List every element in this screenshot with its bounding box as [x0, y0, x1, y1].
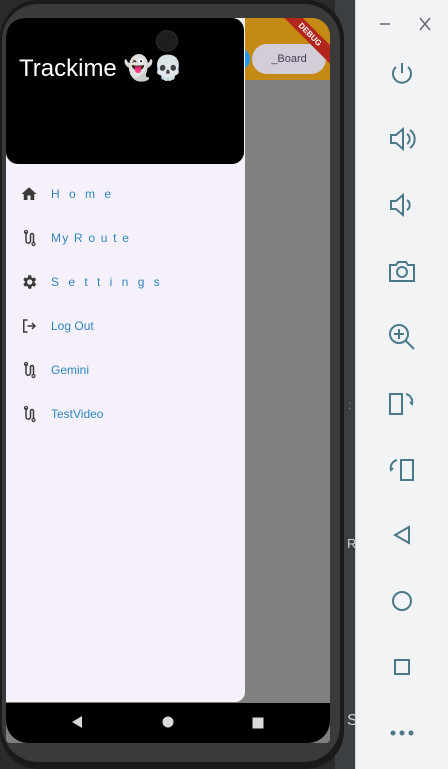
- zoom-in-icon: [389, 324, 415, 350]
- drawer-item-settings[interactable]: S e t t i n g s: [6, 260, 245, 304]
- drawer-item-label: Log Out: [51, 319, 94, 333]
- minimize-button[interactable]: [378, 14, 392, 34]
- screenshot-button[interactable]: [384, 253, 420, 289]
- drawer-item-my-route[interactable]: My R o u t e: [6, 216, 245, 260]
- window-controls: [356, 14, 448, 34]
- volume-up-icon: [390, 126, 416, 152]
- logout-icon: [23, 319, 37, 333]
- back-button[interactable]: [384, 517, 420, 553]
- rotate-left-button[interactable]: [384, 385, 420, 421]
- overview-icon: [394, 659, 410, 675]
- volume-down-icon: [390, 192, 411, 218]
- overview-button[interactable]: [384, 649, 420, 685]
- drawer-item-home[interactable]: H o m e: [6, 172, 245, 216]
- gear-icon: [23, 275, 37, 289]
- route-icon: [23, 405, 36, 423]
- phone-screen: _Board DEBUG Trackime 👻💀 H o m e My R o …: [6, 18, 330, 743]
- volume-down-button[interactable]: [384, 187, 420, 223]
- nav-recents-icon[interactable]: [252, 717, 264, 729]
- rotate-right-button[interactable]: [384, 451, 420, 487]
- rotate-right-icon: [389, 459, 414, 481]
- drawer-item-log-out[interactable]: Log Out: [6, 304, 245, 348]
- nav-back-icon[interactable]: [70, 715, 84, 729]
- drawer-item-testvideo[interactable]: TestVideo: [6, 392, 245, 436]
- nav-home-icon[interactable]: [162, 716, 174, 728]
- power-icon: [392, 63, 412, 84]
- home-button[interactable]: [384, 583, 420, 619]
- drawer-item-label: TestVideo: [51, 407, 104, 421]
- more-button[interactable]: [384, 715, 420, 751]
- drawer-item-label: Gemini: [51, 363, 90, 377]
- route-icon: [23, 229, 36, 247]
- back-icon: [392, 525, 410, 545]
- drawer-item-label: H o m e: [51, 187, 115, 201]
- drawer-title: Trackime 👻💀: [19, 55, 184, 82]
- close-icon: [419, 17, 431, 31]
- home-icon: [21, 187, 37, 200]
- emulator-controls: [355, 0, 448, 769]
- route-icon: [23, 361, 36, 379]
- android-nav-bar: [6, 703, 330, 743]
- rotate-left-icon: [389, 393, 414, 415]
- drawer-item-label: My R o u t e: [51, 231, 131, 245]
- close-button[interactable]: [418, 14, 432, 34]
- camera-icon: [389, 261, 415, 282]
- drawer-header: Trackime 👻💀: [6, 18, 244, 164]
- navigation-drawer: Trackime 👻💀 H o m e My R o u t e S e t t…: [6, 18, 245, 702]
- power-button[interactable]: [384, 56, 420, 92]
- home-icon: [392, 591, 412, 611]
- phone-frame: _Board DEBUG Trackime 👻💀 H o m e My R o …: [0, 0, 344, 769]
- volume-up-button[interactable]: [384, 121, 420, 157]
- drawer-item-gemini[interactable]: Gemini: [6, 348, 245, 392]
- more-icon: [390, 730, 414, 736]
- minimize-icon: [380, 23, 390, 25]
- zoom-button[interactable]: [384, 319, 420, 355]
- front-camera: [156, 30, 178, 52]
- drawer-item-label: S e t t i n g s: [51, 275, 163, 289]
